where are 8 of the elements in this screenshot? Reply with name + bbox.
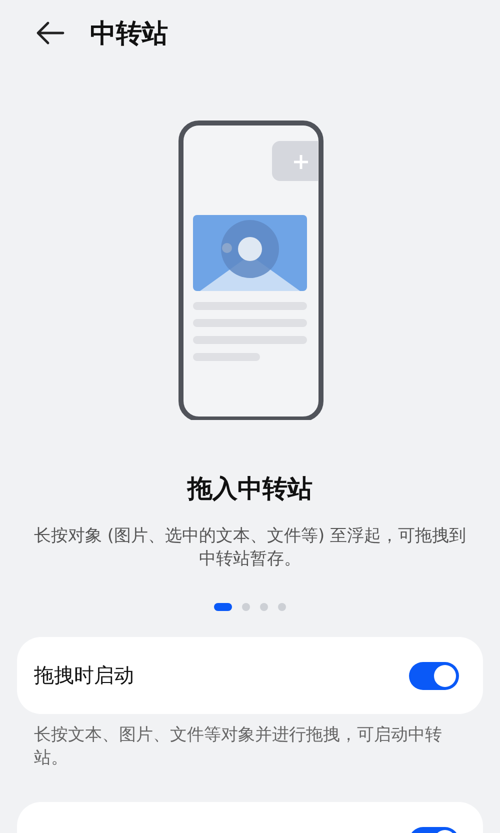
setting-description: 长按文本、图片、文件等对象并进行拖拽，可启动中转站。 [33, 724, 443, 770]
back-icon[interactable] [35, 21, 65, 45]
page-title: 中转站 [90, 18, 168, 50]
page-indicator[interactable] [214, 603, 232, 611]
onboarding-description: 长按对象 (图片、选中的文本、文件等) 至浮起，可拖拽到中转站暂存。 [32, 525, 468, 571]
toggle-switch[interactable] [409, 662, 459, 690]
onboarding-title: 拖入中转站 [186, 473, 314, 505]
setting-label: 拖拽时启动 [34, 662, 134, 689]
